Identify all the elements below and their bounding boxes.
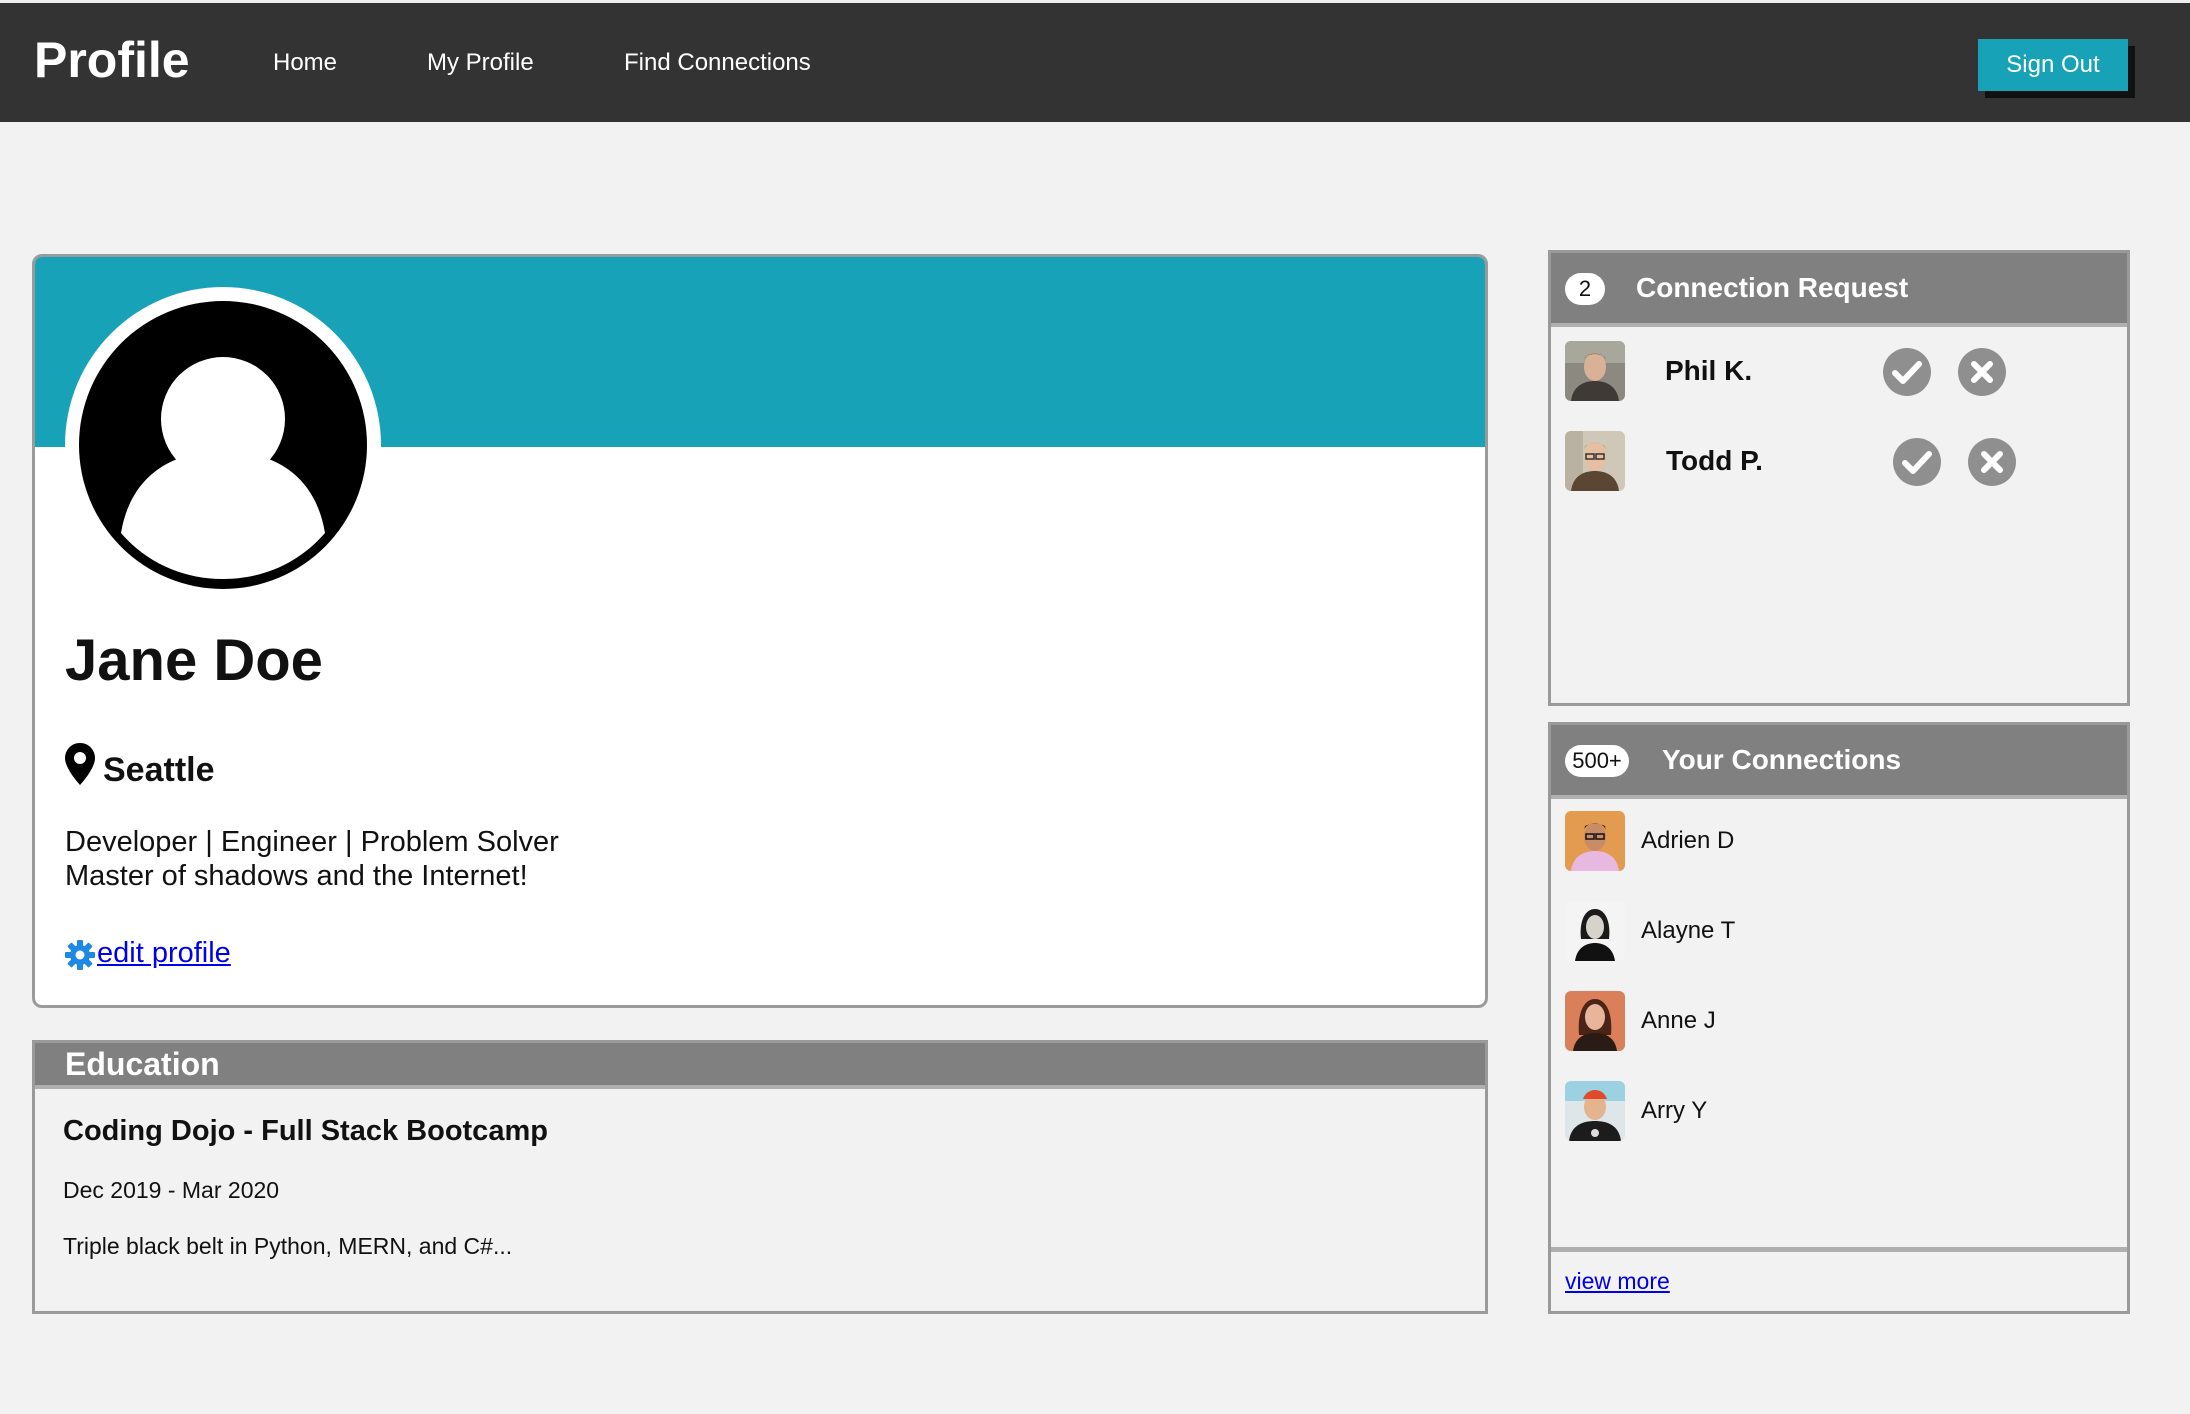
connection-name: Anne J bbox=[1641, 1007, 1716, 1034]
x-circle-icon[interactable] bbox=[1958, 348, 2006, 396]
connection-name: Arry Y bbox=[1641, 1097, 1708, 1124]
nav-find-connections-link[interactable]: Find Connections bbox=[624, 49, 811, 77]
request-name: Todd P. bbox=[1666, 445, 1763, 476]
list-item[interactable]: Anne J bbox=[1565, 991, 2105, 1053]
education-header: Education bbox=[35, 1043, 1485, 1089]
user-avatar-icon bbox=[79, 301, 367, 589]
profile-bio: Developer | Engineer | Problem Solver Ma… bbox=[65, 825, 559, 893]
connections-panel: 500+ Your Connections Adrien D Alayne T … bbox=[1548, 722, 2130, 1314]
sign-out-button[interactable]: Sign Out bbox=[1978, 39, 2128, 91]
connection-name: Adrien D bbox=[1641, 827, 1735, 854]
avatar bbox=[1565, 811, 1625, 871]
bio-line-2: Master of shadows and the Internet! bbox=[65, 860, 528, 892]
avatar bbox=[1565, 341, 1625, 401]
request-name: Phil K. bbox=[1665, 355, 1753, 386]
x-circle-icon[interactable] bbox=[1968, 438, 2016, 486]
request-row: Phil K. bbox=[1565, 341, 2105, 403]
connection-requests-title: Connection Request bbox=[1636, 272, 1909, 303]
location-text: Seattle bbox=[103, 751, 215, 789]
avatar bbox=[1565, 901, 1625, 961]
connection-name: Alayne T bbox=[1641, 917, 1736, 944]
request-count-badge: 2 bbox=[1565, 273, 1605, 305]
education-description: Triple black belt in Python, MERN, and C… bbox=[63, 1233, 513, 1259]
education-school: Coding Dojo - Full Stack Bootcamp bbox=[63, 1115, 548, 1147]
request-row: Todd P. bbox=[1565, 431, 2105, 493]
brand-title: Profile bbox=[34, 32, 190, 88]
connections-footer: view more bbox=[1551, 1247, 2127, 1311]
profile-card: Jane Doe Seattle Developer | Engineer | … bbox=[32, 254, 1488, 1008]
connections-count-badge: 500+ bbox=[1565, 745, 1629, 777]
avatar bbox=[65, 287, 381, 603]
list-item[interactable]: Alayne T bbox=[1565, 901, 2105, 963]
connection-requests-panel: 2 Connection Request Phil K. Todd P. bbox=[1548, 250, 2130, 706]
nav-home-link[interactable]: Home bbox=[273, 49, 337, 77]
check-circle-icon[interactable] bbox=[1883, 348, 1931, 396]
connections-header: 500+ Your Connections bbox=[1551, 725, 2127, 799]
edit-profile-label[interactable]: edit profile bbox=[97, 937, 231, 970]
list-item[interactable]: Adrien D bbox=[1565, 811, 2105, 873]
top-navbar: Profile Home My Profile Find Connections… bbox=[0, 0, 2190, 122]
edit-profile-link[interactable]: edit profile bbox=[65, 937, 231, 970]
education-card: Education Coding Dojo - Full Stack Bootc… bbox=[32, 1040, 1488, 1314]
avatar bbox=[1565, 431, 1625, 491]
profile-name: Jane Doe bbox=[65, 628, 323, 693]
bio-line-1: Developer | Engineer | Problem Solver bbox=[65, 826, 559, 858]
connection-requests-header: 2 Connection Request bbox=[1551, 253, 2127, 327]
list-item[interactable]: Arry Y bbox=[1565, 1081, 2105, 1143]
education-dates: Dec 2019 - Mar 2020 bbox=[63, 1177, 280, 1203]
avatar bbox=[1565, 991, 1625, 1051]
education-title: Education bbox=[65, 1046, 220, 1082]
map-pin-icon bbox=[65, 742, 95, 785]
check-circle-icon[interactable] bbox=[1893, 438, 1941, 486]
nav-my-profile-link[interactable]: My Profile bbox=[427, 49, 534, 77]
connections-title: Your Connections bbox=[1662, 744, 1902, 775]
view-more-link[interactable]: view more bbox=[1565, 1268, 1670, 1295]
gear-icon bbox=[65, 940, 95, 970]
avatar bbox=[1565, 1081, 1625, 1141]
profile-location: Seattle bbox=[65, 737, 215, 790]
